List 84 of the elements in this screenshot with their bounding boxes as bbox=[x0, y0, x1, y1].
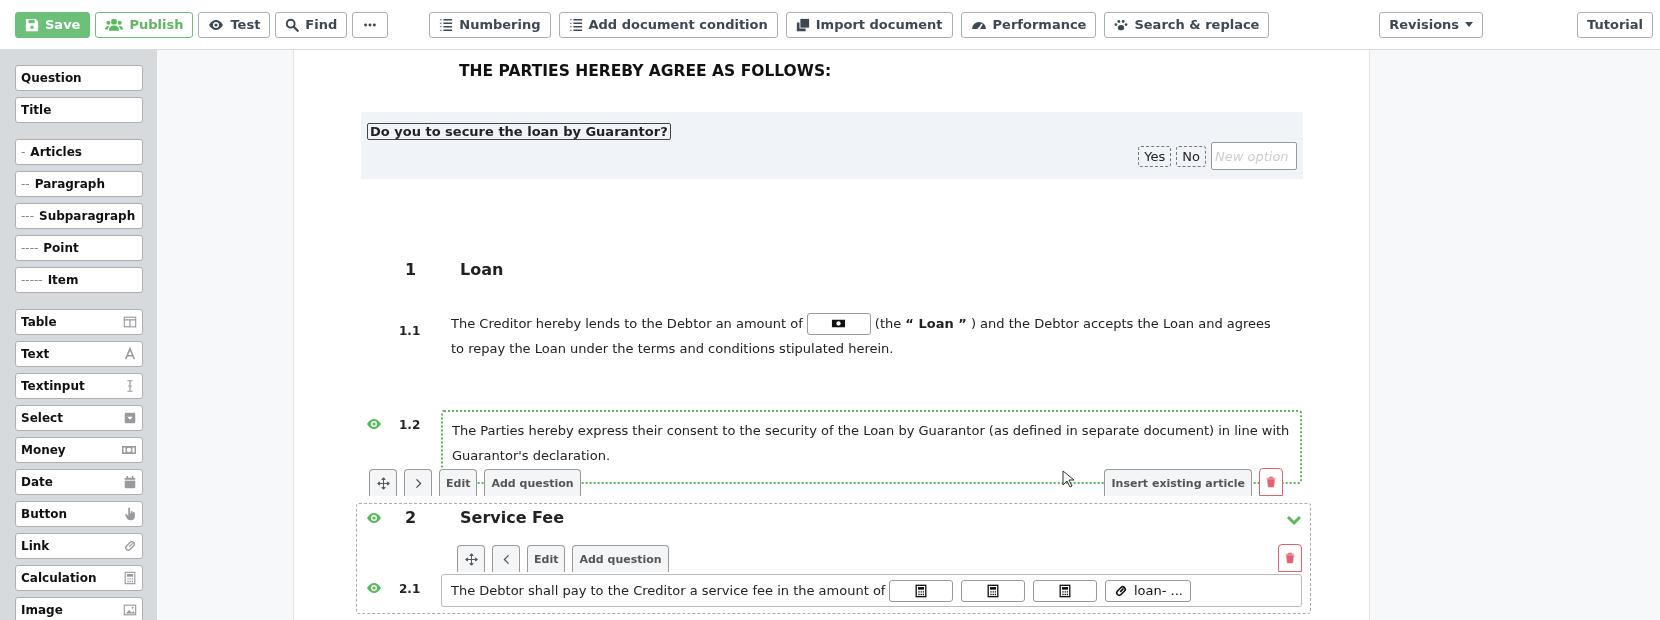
indent-button[interactable] bbox=[404, 469, 432, 496]
control-button[interactable]: Add question bbox=[572, 545, 669, 572]
article-title: Service Fee bbox=[459, 507, 566, 529]
numbered-list-icon bbox=[568, 17, 583, 32]
pointer-hand-icon bbox=[123, 507, 137, 521]
palette-item[interactable]: Textinput bbox=[15, 373, 143, 399]
delete-button[interactable] bbox=[1278, 544, 1302, 572]
toolbar-button[interactable]: Import document bbox=[785, 11, 953, 38]
link-field[interactable]: loan- ... bbox=[1105, 579, 1192, 602]
calculation-field[interactable] bbox=[889, 579, 954, 602]
toolbar-button[interactable]: Numbering bbox=[429, 11, 551, 38]
palette-item[interactable]: Link bbox=[15, 533, 143, 559]
toolbar-button[interactable]: Add document condition bbox=[558, 11, 778, 38]
money-field[interactable] bbox=[806, 312, 871, 335]
eye-icon bbox=[366, 510, 382, 526]
palette-item[interactable]: Table bbox=[15, 309, 143, 335]
insert-article-button[interactable]: Insert existing article bbox=[1104, 469, 1252, 496]
revisions-dropdown[interactable]: Revisions bbox=[1379, 11, 1484, 38]
palette-item[interactable]: ---- Point bbox=[15, 235, 143, 261]
paragraph-number: 2.1 bbox=[398, 581, 422, 596]
move-arrows-icon bbox=[376, 476, 390, 490]
eye-icon bbox=[366, 416, 382, 432]
calculator-icon bbox=[914, 583, 929, 598]
palette-item[interactable]: Text bbox=[15, 341, 143, 367]
calculator-icon bbox=[1058, 583, 1073, 598]
palette-item[interactable]: - Articles bbox=[15, 139, 143, 165]
article-number: 1 bbox=[404, 259, 418, 281]
toolbar-button[interactable]: Performance bbox=[960, 11, 1097, 38]
copy-icon bbox=[795, 17, 810, 32]
save-icon bbox=[25, 17, 39, 32]
tutorial-button[interactable]: Tutorial bbox=[1577, 11, 1653, 38]
control-button[interactable]: Add question bbox=[484, 469, 581, 496]
calendar-icon bbox=[123, 475, 137, 489]
move-button[interactable] bbox=[369, 469, 397, 496]
calculation-field[interactable] bbox=[1033, 579, 1098, 602]
numbered-list-icon bbox=[439, 17, 454, 32]
paragraph-number: 1.2 bbox=[398, 417, 422, 432]
paragraph-text: (the “ Loan ” ) and the Debtor accepts the Loan and agrees bbox=[874, 315, 1271, 333]
paragraph-number: 1.1 bbox=[398, 323, 422, 338]
paw-icon bbox=[1114, 17, 1129, 32]
palette-item[interactable]: Money bbox=[15, 437, 143, 463]
eye-icon bbox=[366, 580, 382, 596]
image-icon bbox=[123, 603, 137, 617]
toolbar-button[interactable]: Find bbox=[275, 11, 348, 38]
document-heading: THE PARTIES HEREBY AGREE AS FOLLOWS: bbox=[459, 62, 833, 80]
table-icon bbox=[123, 315, 137, 329]
paragraph-text: The Creditor hereby lends to the Debtor an amount of bbox=[451, 315, 803, 333]
toolbar-button[interactable]: Search & replace bbox=[1104, 11, 1270, 38]
paragraph-text: to repay the Loan under the terms and conditions stipulated herein. bbox=[451, 340, 894, 358]
trash-icon bbox=[1265, 476, 1277, 488]
control-button[interactable]: Edit bbox=[439, 469, 478, 496]
font-icon bbox=[123, 347, 137, 361]
option-chip[interactable]: Yes bbox=[1138, 145, 1172, 167]
palette-item[interactable]: Image bbox=[15, 597, 143, 620]
palette-item[interactable]: Button bbox=[15, 501, 143, 527]
outdent-button[interactable] bbox=[492, 545, 520, 572]
paragraph-text: The Parties hereby express their consent to the security of the Loan by Guarantor (as defined in separate document) in line with Guarantor's declaration. bbox=[452, 422, 1291, 465]
article-title: Loan bbox=[459, 259, 505, 281]
question-label[interactable]: Do you to secure the loan by Guarantor? bbox=[367, 123, 671, 140]
link-icon bbox=[1113, 583, 1128, 598]
chevron-left-icon bbox=[500, 553, 512, 565]
calculator-icon bbox=[123, 571, 137, 585]
dropdown-icon bbox=[123, 411, 137, 425]
palette-item[interactable]: Select bbox=[15, 405, 143, 431]
search-icon bbox=[285, 17, 300, 32]
palette-item[interactable]: Title bbox=[15, 97, 143, 123]
option-chip[interactable]: No bbox=[1176, 145, 1206, 167]
trash-icon bbox=[1284, 552, 1296, 564]
toolbar-button[interactable]: Test bbox=[198, 11, 271, 38]
delete-button[interactable] bbox=[1259, 468, 1283, 496]
palette-item[interactable]: Date bbox=[15, 469, 143, 495]
move-button[interactable] bbox=[457, 545, 485, 572]
article-number: 2 bbox=[404, 507, 418, 529]
palette-item[interactable]: -- Paragraph bbox=[15, 171, 143, 197]
control-button[interactable]: Edit bbox=[527, 545, 566, 572]
palette-item[interactable]: --- Subparagraph bbox=[15, 203, 143, 229]
move-arrows-icon bbox=[464, 552, 478, 566]
palette-item[interactable]: Question bbox=[15, 65, 143, 91]
palette-item[interactable]: Calculation bbox=[15, 565, 143, 591]
paragraph-text: The Debtor shall pay to the Creditor a service fee in the amount of bbox=[451, 582, 886, 600]
palette-item[interactable]: ----- Item bbox=[15, 267, 143, 293]
link-icon bbox=[123, 539, 137, 553]
calculation-field[interactable] bbox=[961, 579, 1026, 602]
calculator-icon bbox=[986, 583, 1001, 598]
